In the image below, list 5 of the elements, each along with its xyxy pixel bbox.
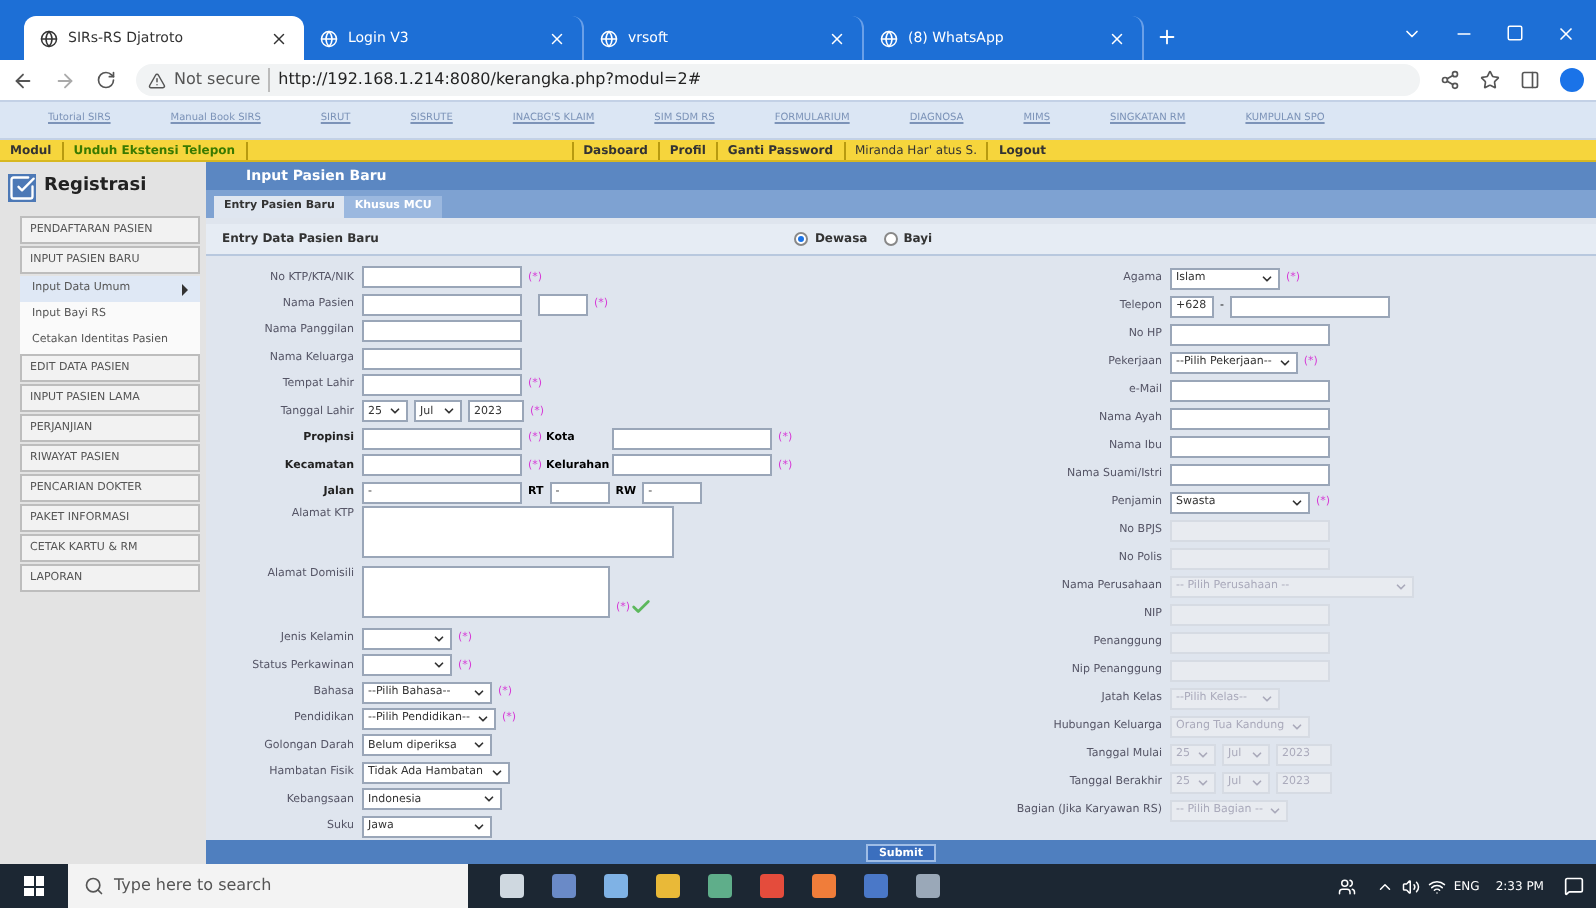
search-field[interactable]: Type here to search	[68, 864, 468, 908]
address-field[interactable]: Not secure http://192.168.1.214:8080/kerangka.php?modul=2#	[136, 64, 1420, 96]
security-label: Not secure	[174, 68, 271, 92]
sidebar-title: Registrasi	[44, 174, 147, 201]
url-text: http://192.168.1.214:8080/kerangka.php?modul=2#	[278, 68, 702, 92]
